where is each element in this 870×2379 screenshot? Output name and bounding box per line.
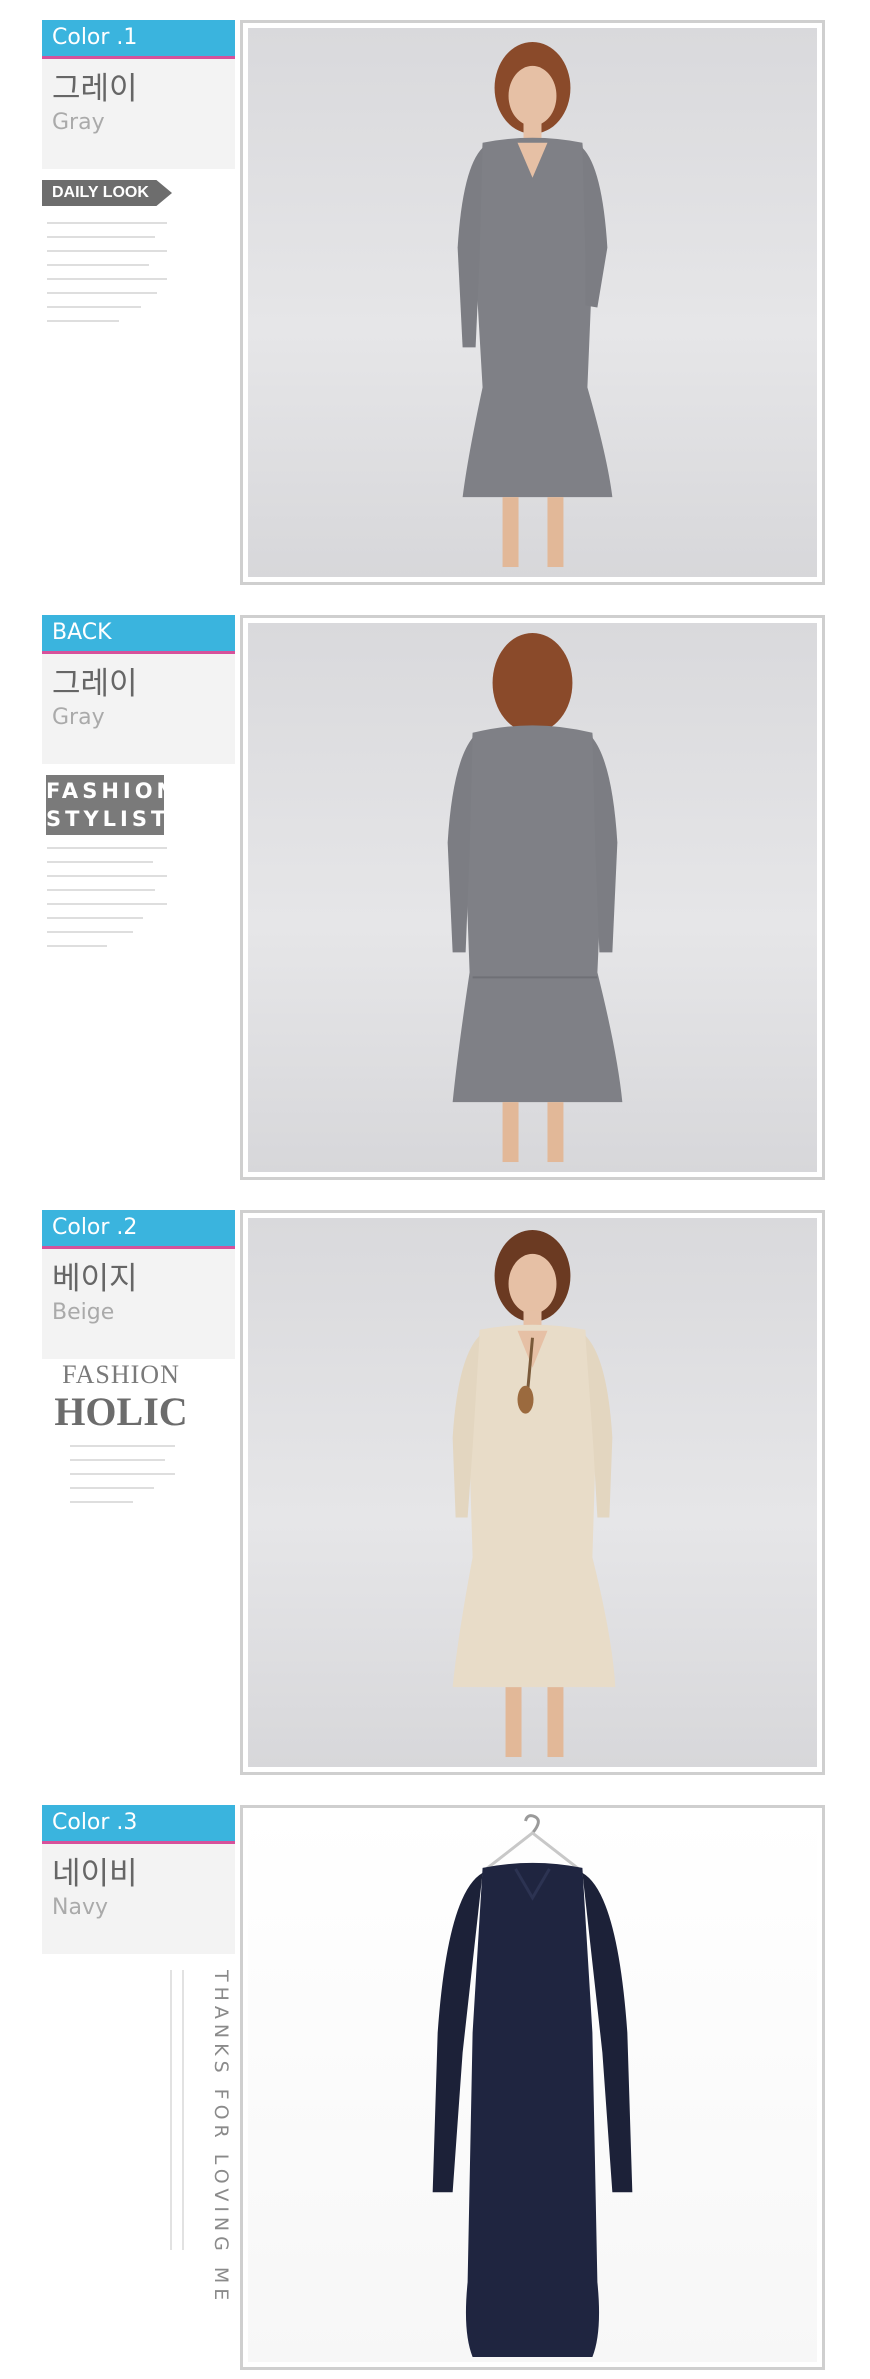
color-section-gray-front: Color .1 그레이 Gray DAILY LOOK (0, 0, 870, 590)
daily-look-badge: DAILY LOOK (42, 180, 172, 206)
color-name-box: 베이지 Beige (42, 1249, 235, 1359)
product-photo-frame (240, 615, 825, 1180)
color-section-gray-back: BACK 그레이 Gray FASHION STYLIST (0, 595, 870, 1185)
beige-dress-front-photo (248, 1218, 817, 1767)
color-tag: Color .2 (42, 1210, 235, 1249)
decorative-vertical-lines (170, 1970, 200, 2250)
korean-color-name: 네이비 (52, 1856, 138, 1892)
fashion-holic-title-top: FASHION (62, 1360, 180, 1389)
color-label-panel: Color .2 베이지 Beige (42, 1210, 235, 1359)
fashion-stylist-line-1: FASHION (46, 779, 179, 803)
gray-dress-back-photo (248, 623, 817, 1172)
color-section-navy: Color .3 네이비 Navy THANKS FOR LOVING ME (0, 1785, 870, 2375)
thanks-for-loving-me-text: THANKS FOR LOVING ME (210, 1970, 232, 2306)
decorative-text-lines (47, 222, 167, 334)
gray-dress-front-photo (248, 28, 817, 577)
english-color-name: Gray (52, 705, 105, 730)
color-name-box: 네이비 Navy (42, 1844, 235, 1954)
product-photo-frame (240, 1210, 825, 1775)
decorative-text-lines (47, 847, 167, 959)
color-name-box: 그레이 Gray (42, 654, 235, 764)
color-label-panel: Color .1 그레이 Gray (42, 20, 235, 169)
color-tag: Color .3 (42, 1805, 235, 1844)
color-section-beige: Color .2 베이지 Beige FASHION HOLIC (0, 1190, 870, 1780)
color-label-panel: BACK 그레이 Gray (42, 615, 235, 764)
fashion-stylist-badge: FASHION STYLIST (46, 775, 179, 835)
model-figure-gray-front (457, 41, 613, 568)
navy-dress-on-hanger (432, 1814, 633, 2358)
color-label-panel: Color .3 네이비 Navy (42, 1805, 235, 1954)
english-color-name: Navy (52, 1895, 108, 1920)
model-figure-beige-front (452, 1229, 616, 1758)
product-photo-frame (240, 20, 825, 585)
color-tag: Color .1 (42, 20, 235, 59)
korean-color-name: 그레이 (52, 71, 138, 107)
fashion-stylist-line-2: STYLIST (46, 807, 170, 831)
english-color-name: Beige (52, 1300, 115, 1325)
korean-color-name: 그레이 (52, 666, 138, 702)
navy-dress-hanger-photo (248, 1813, 817, 2362)
color-tag: BACK (42, 615, 235, 654)
product-photo-frame (240, 1805, 825, 2370)
fashion-holic-title-bottom: HOLIC (54, 1389, 188, 1434)
model-figure-gray-back (447, 632, 623, 1163)
color-name-box: 그레이 Gray (42, 59, 235, 169)
decorative-text-lines (70, 1445, 175, 1515)
english-color-name: Gray (52, 110, 105, 135)
korean-color-name: 베이지 (52, 1261, 138, 1297)
